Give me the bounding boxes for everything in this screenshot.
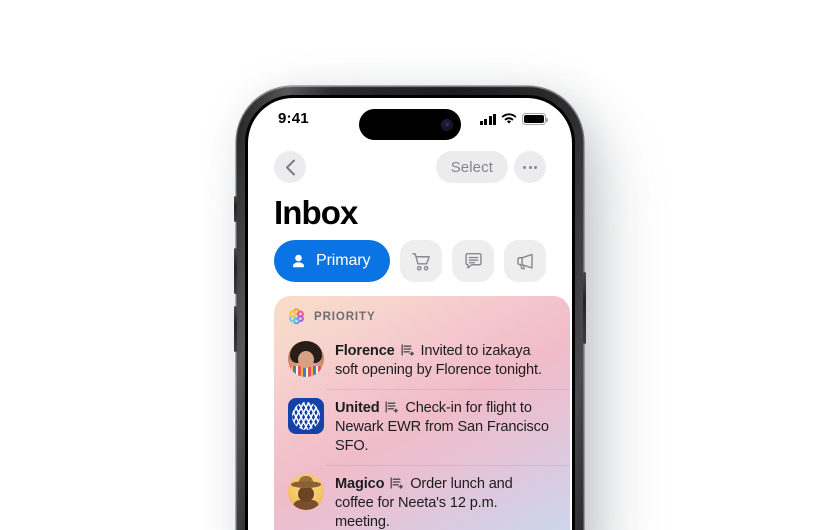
message-sender: United [335, 400, 380, 416]
wifi-icon [501, 113, 517, 124]
status-indicators [479, 113, 548, 125]
tab-primary-label: Primary [316, 252, 371, 269]
avatar [288, 398, 324, 434]
battery-full-icon [522, 113, 548, 125]
list-item[interactable]: Florence Invited to izakaya soft opening… [274, 332, 570, 389]
chevron-left-icon [285, 159, 295, 175]
message-sender: Florence [335, 343, 395, 359]
message-text: Florence Invited to izakaya soft opening… [335, 341, 554, 380]
front-camera-lens [441, 118, 453, 131]
screenshot-stage: 9:41 Select Inbox Primary PRIORITY Flore… [0, 0, 820, 530]
tab-primary[interactable]: Primary [274, 240, 391, 282]
forwarded-arrow-icon [390, 477, 404, 489]
navigation-bar: Select [248, 144, 572, 190]
chat-bubble-icon [465, 252, 482, 269]
back-button[interactable] [274, 151, 306, 183]
status-time: 9:41 [278, 110, 309, 127]
tab-promotions[interactable] [504, 240, 547, 282]
more-options-button[interactable] [514, 151, 546, 183]
apple-intelligence-icon [289, 308, 304, 325]
message-sender: Magico [335, 476, 385, 492]
volume-down-button[interactable] [234, 306, 237, 352]
dynamic-island[interactable] [359, 109, 461, 140]
page-title: Inbox [274, 194, 358, 231]
device-screen: 9:41 Select Inbox Primary PRIORITY Flore… [248, 98, 572, 530]
status-bar: 9:41 [248, 98, 572, 144]
priority-label: PRIORITY [314, 310, 376, 323]
volume-up-button[interactable] [234, 248, 237, 294]
person-icon [292, 254, 305, 267]
message-text: Magico Order lunch and coffee for Neeta'… [335, 474, 554, 530]
list-item[interactable]: Magico Order lunch and coffee for Neeta'… [274, 465, 570, 530]
tab-transactions[interactable] [400, 240, 443, 282]
forwarded-arrow-icon [401, 344, 414, 356]
list-item[interactable]: United Check-in for flight to Newark EWR… [274, 389, 570, 465]
priority-section-card: PRIORITY Florence Invited to izakaya sof… [274, 296, 570, 530]
power-button[interactable] [583, 272, 586, 344]
megaphone-icon [517, 253, 533, 269]
iphone-device-frame: 9:41 Select Inbox Primary PRIORITY Flore… [234, 86, 586, 530]
cellular-bars-icon [479, 113, 496, 125]
mailbox-category-tabs: Primary [274, 240, 547, 282]
shopping-cart-icon [412, 252, 430, 271]
tab-updates[interactable] [452, 240, 495, 282]
forwarded-arrow-icon [385, 401, 399, 413]
priority-section-header: PRIORITY [274, 296, 570, 332]
message-text: United Check-in for flight to Newark EWR… [335, 398, 554, 456]
avatar [288, 341, 324, 377]
select-button[interactable]: Select [435, 151, 508, 183]
action-button[interactable] [234, 196, 237, 222]
avatar [288, 474, 324, 510]
ellipsis-icon [523, 165, 537, 169]
